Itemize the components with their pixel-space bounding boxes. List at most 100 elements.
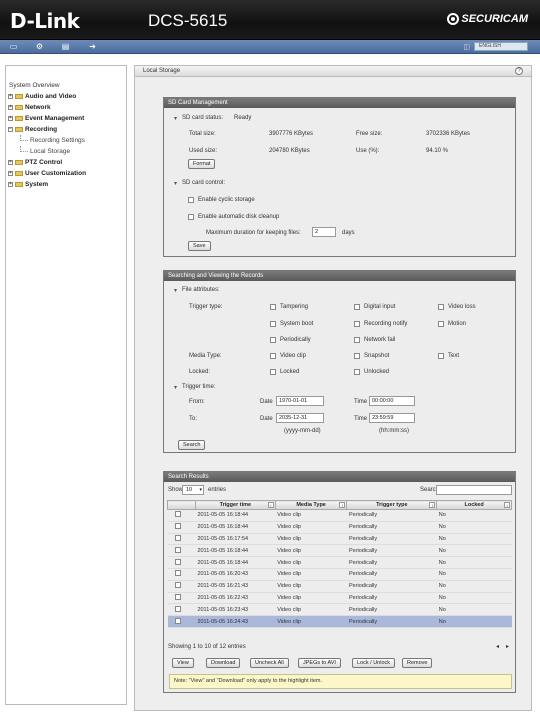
expand-icon[interactable]: + bbox=[8, 182, 13, 187]
table-row[interactable]: 2011-05-05 16:17:54 Video clip Periodicall… bbox=[167, 533, 512, 546]
snapshot-checkbox[interactable] bbox=[354, 353, 360, 359]
entries-per-page-select[interactable]: 10 ▾ bbox=[182, 485, 204, 495]
help-icon[interactable]: ? bbox=[515, 67, 523, 75]
sidebar-item-system[interactable]: + System bbox=[6, 179, 126, 190]
format-button[interactable]: Format bbox=[188, 159, 216, 169]
video-loss-checkbox[interactable] bbox=[438, 304, 444, 310]
sidebar-item-system-overview[interactable]: System Overview bbox=[6, 80, 126, 91]
table-row[interactable]: 2011-05-05 16:23:43 Video clip Periodicall… bbox=[167, 603, 512, 617]
column-header-trigger-time[interactable]: Trigger time ↕ bbox=[194, 500, 276, 510]
sort-icon[interactable]: ↕ bbox=[339, 502, 346, 508]
row-checkbox[interactable] bbox=[174, 523, 181, 530]
enable-cyclic-checkbox[interactable] bbox=[188, 197, 194, 203]
column-header-label: Media Type bbox=[296, 502, 326, 508]
table-row-selected[interactable]: 2011-05-05 16:24:43 Video clip Periodicall… bbox=[167, 615, 512, 628]
sidebar-item-network[interactable]: + Network bbox=[6, 102, 126, 113]
jpegs-to-avi-button[interactable]: JPEGs to AVI bbox=[298, 658, 341, 668]
collapse-icon[interactable]: − bbox=[8, 127, 13, 132]
download-button[interactable]: Download bbox=[206, 658, 241, 668]
sort-icon[interactable]: ↕ bbox=[504, 502, 510, 508]
sidebar-item-recording-settings[interactable]: Recording Settings bbox=[6, 135, 126, 146]
trigger-time-label: Trigger time: bbox=[182, 384, 216, 390]
highlight-note: Note: "View" and "Download" only apply t… bbox=[169, 674, 512, 689]
sidebar-item-local-storage[interactable]: Local Storage bbox=[6, 146, 126, 157]
table-row[interactable]: 2011-05-05 16:18:44 Video clip Periodicall… bbox=[167, 544, 512, 558]
table-row[interactable]: 2011-05-05 16:18:44 Video clip Periodicall… bbox=[167, 521, 512, 534]
trigger-time-cell: 2011-05-05 16:20:43 bbox=[195, 568, 276, 581]
lock-unlock-button[interactable]: Lock / Unlock bbox=[352, 658, 396, 668]
row-checkbox[interactable] bbox=[174, 570, 181, 577]
recording-notify-checkbox[interactable] bbox=[354, 321, 360, 327]
next-page-icon[interactable]: ▸ bbox=[506, 643, 509, 650]
max-duration-input[interactable]: 2 bbox=[312, 227, 336, 237]
row-checkbox[interactable] bbox=[174, 605, 181, 612]
text-checkbox[interactable] bbox=[438, 353, 444, 359]
triangle-down-icon[interactable]: ▾ bbox=[174, 115, 177, 122]
row-checkbox[interactable] bbox=[174, 511, 181, 518]
save-button[interactable]: Save bbox=[188, 241, 211, 251]
motion-checkbox[interactable] bbox=[438, 321, 444, 327]
sort-icon[interactable]: ↕ bbox=[267, 502, 274, 508]
sidebar-item-recording[interactable]: − Recording bbox=[6, 124, 126, 135]
sidebar-item-ptz-control[interactable]: + PTZ Control bbox=[6, 157, 126, 168]
trigger-time-cell: 2011-05-05 16:17:54 bbox=[195, 533, 276, 546]
system-boot-checkbox[interactable] bbox=[270, 321, 276, 327]
sidebar-item-user-customization[interactable]: + User Customization bbox=[6, 168, 126, 179]
column-header-trigger-type[interactable]: Trigger type ↕ bbox=[346, 500, 438, 510]
column-header-media-type[interactable]: Media Type ↕ bbox=[274, 500, 348, 510]
expand-icon[interactable]: + bbox=[8, 116, 13, 121]
column-header-locked[interactable]: Locked ↕ bbox=[436, 500, 512, 510]
search-results-panel: Search Results Show 10 ▾ entries Search: … bbox=[163, 471, 516, 693]
video-clip-checkbox[interactable] bbox=[270, 353, 276, 359]
row-checkbox[interactable] bbox=[174, 534, 181, 541]
table-row[interactable]: 2011-05-05 16:18:44 Video clip Periodicall… bbox=[167, 509, 512, 522]
search-button[interactable]: Search bbox=[178, 440, 206, 450]
to-date-input[interactable]: 2035-12-31 bbox=[276, 413, 324, 423]
triangle-down-icon[interactable]: ▾ bbox=[174, 180, 177, 187]
status-icon[interactable]: ➜ bbox=[88, 43, 97, 51]
sidebar-tree: System Overview + Audio and Video + Netw… bbox=[5, 65, 127, 705]
sidebar-item-event-management[interactable]: + Event Management bbox=[6, 113, 126, 124]
table-row[interactable]: 2011-05-05 16:22:43 Video clip Periodicall… bbox=[167, 592, 512, 605]
table-row[interactable]: 2011-05-05 16:20:43 Video clip Periodicall… bbox=[167, 568, 512, 581]
row-checkbox[interactable] bbox=[174, 558, 181, 565]
to-time-input[interactable]: 23:59:59 bbox=[369, 413, 415, 423]
triangle-down-icon[interactable]: ▾ bbox=[174, 287, 177, 294]
expand-icon[interactable]: + bbox=[8, 94, 13, 99]
unlocked-checkbox[interactable] bbox=[354, 369, 360, 375]
language-select[interactable]: ENGLISH bbox=[474, 42, 528, 51]
results-search-input[interactable] bbox=[436, 485, 512, 495]
locked-cell: No bbox=[436, 615, 512, 628]
from-date-input[interactable]: 1970-01-01 bbox=[276, 396, 324, 406]
triangle-down-icon[interactable]: ▾ bbox=[174, 384, 177, 391]
maintenance-icon[interactable]: ▤ bbox=[61, 43, 70, 51]
uncheck-all-button[interactable]: Uncheck All bbox=[250, 658, 289, 668]
expand-icon[interactable]: + bbox=[8, 160, 13, 165]
auto-cleanup-checkbox[interactable] bbox=[188, 214, 194, 220]
sidebar-item-audio-video[interactable]: + Audio and Video bbox=[6, 91, 126, 102]
trigger-type-cell: Periodically bbox=[346, 509, 437, 522]
digital-input-checkbox[interactable] bbox=[354, 304, 360, 310]
table-row[interactable]: 2011-05-05 16:18:44 Video clip Periodicall… bbox=[167, 556, 512, 569]
setup-icon[interactable]: ⚙ bbox=[35, 43, 44, 51]
expand-icon[interactable]: + bbox=[8, 105, 13, 110]
expand-icon[interactable]: + bbox=[8, 171, 13, 176]
previous-page-icon[interactable]: ◂ bbox=[496, 643, 499, 650]
live-video-icon[interactable]: ▭ bbox=[9, 43, 18, 51]
remove-button[interactable]: Remove bbox=[402, 658, 433, 668]
table-row[interactable]: 2011-05-05 16:21:43 Video clip Periodicall… bbox=[167, 580, 512, 593]
row-checkbox[interactable] bbox=[174, 546, 181, 553]
panel-title: SD Card Management bbox=[164, 98, 515, 108]
periodically-checkbox[interactable] bbox=[270, 337, 276, 343]
trigger-time-cell: 2011-05-05 16:18:44 bbox=[195, 556, 276, 569]
sort-icon[interactable]: ↕ bbox=[429, 502, 436, 508]
from-time-input[interactable]: 00:00:00 bbox=[369, 396, 415, 406]
row-checkbox[interactable] bbox=[174, 582, 181, 589]
view-button[interactable]: View bbox=[172, 658, 194, 668]
tampering-checkbox[interactable] bbox=[270, 304, 276, 310]
folder-open-icon bbox=[15, 127, 23, 132]
row-checkbox[interactable] bbox=[174, 593, 181, 600]
row-checkbox[interactable] bbox=[174, 617, 181, 624]
network-fail-checkbox[interactable] bbox=[354, 337, 360, 343]
locked-checkbox[interactable] bbox=[270, 369, 276, 375]
